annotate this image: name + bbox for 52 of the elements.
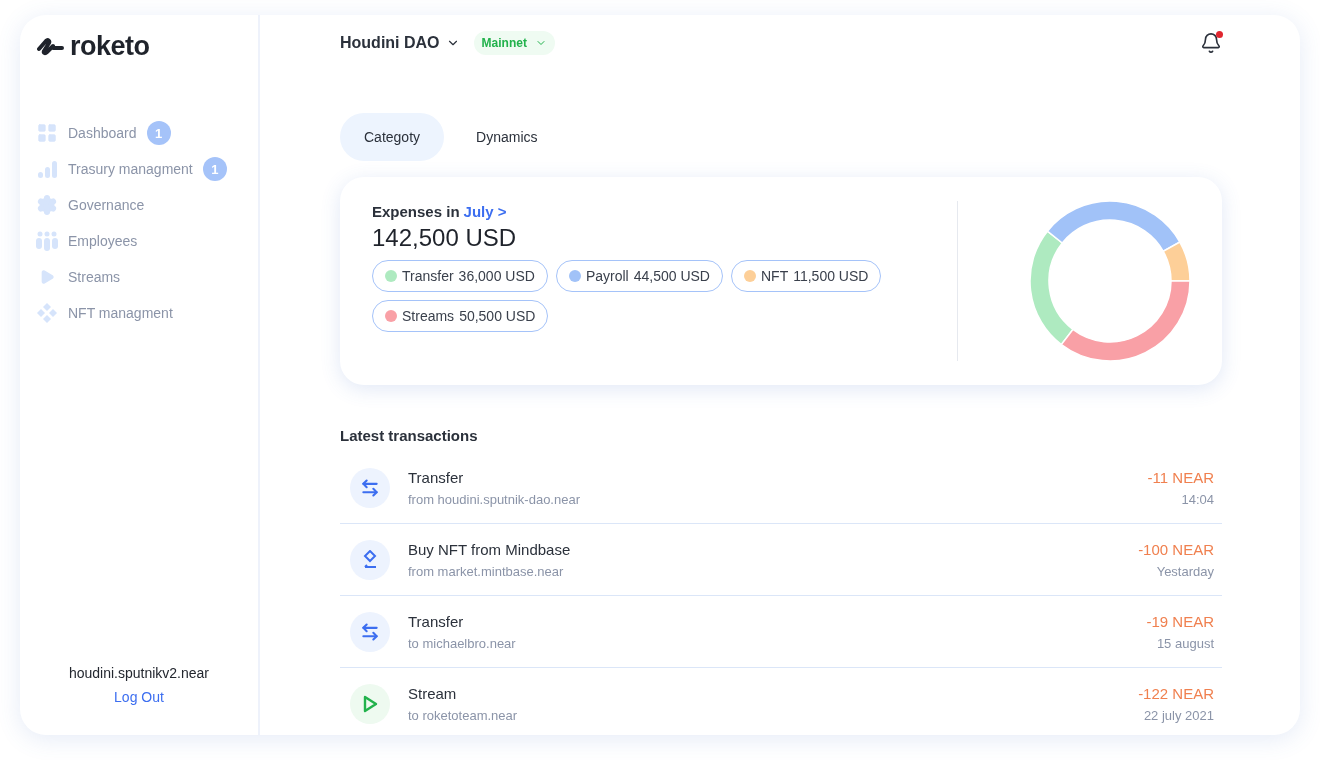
- transaction-row[interactable]: Stream to roketoteam.near -122 NEAR 22 july 2021: [340, 668, 1222, 735]
- nav-item[interactable]: Governance: [36, 192, 242, 218]
- tab[interactable]: Dynamics: [452, 113, 562, 161]
- dao-selector[interactable]: Houdini DAO: [340, 34, 460, 52]
- bar-chart-icon: [37, 159, 57, 179]
- logo-text: roketo: [70, 31, 150, 62]
- gear-icon: [36, 194, 58, 216]
- network-selector[interactable]: Mainnet: [473, 31, 555, 55]
- transaction-amount: -19 NEAR: [1146, 612, 1214, 630]
- arrows-icon: [360, 477, 380, 498]
- diamonds-icon: [37, 303, 57, 323]
- expenses-title: Expenses in: [372, 203, 460, 220]
- nav-item[interactable]: NFT managment: [36, 300, 242, 326]
- transaction-row[interactable]: Transfer to michaelbro.near -19 NEAR 15 august: [340, 596, 1222, 668]
- transaction-amount: -122 NEAR: [1138, 684, 1214, 702]
- transaction-time: 15 august: [1156, 635, 1214, 651]
- transaction-amount: -11 NEAR: [1147, 468, 1214, 486]
- transaction-row[interactable]: Transfer from houdini.sputnik-dao.near -11 NEAR 14:04: [340, 452, 1222, 524]
- transaction-title: Transfer: [408, 468, 465, 486]
- transaction-row[interactable]: Buy NFT from Mindbase from market.mintbase.near -100 NEAR Yestarday: [340, 524, 1222, 596]
- nav-item[interactable]: Trasury managment 1: [36, 156, 242, 182]
- nav-item[interactable]: Dashboard 1: [36, 120, 242, 146]
- play-icon: [39, 269, 55, 285]
- transaction-title: Buy NFT from Mindbase: [408, 540, 571, 558]
- logo-icon: [36, 36, 64, 57]
- expenses-total: 142,500 USD: [372, 224, 518, 252]
- month-link[interactable]: July >: [463, 203, 507, 220]
- nav-item[interactable]: Employees: [36, 228, 242, 254]
- transaction-amount: -100 NEAR: [1138, 540, 1214, 558]
- grid-icon: [36, 122, 58, 144]
- nav-item[interactable]: Streams: [36, 264, 242, 290]
- play-icon: [362, 694, 378, 713]
- people-icon: [36, 231, 58, 251]
- tab[interactable]: Categoty: [340, 113, 445, 161]
- transaction-time: 14:04: [1181, 491, 1214, 507]
- transaction-account: to michaelbro.near: [408, 635, 516, 651]
- transaction-time: Yestarday: [1156, 563, 1214, 579]
- section-title: Latest transactions: [340, 427, 479, 444]
- arrows-icon: [360, 621, 380, 642]
- transaction-account: from houdini.sputnik-dao.near: [408, 491, 580, 507]
- notification-button[interactable]: [1200, 32, 1222, 54]
- diamond-icon: [361, 549, 379, 570]
- count-badge: 1: [146, 121, 171, 145]
- transaction-account: from market.mintbase.near: [408, 563, 565, 579]
- bell-icon: [1200, 32, 1222, 54]
- logout-link[interactable]: Log Out: [114, 689, 164, 705]
- transaction-account: to roketoteam.near: [408, 707, 518, 723]
- transaction-time: 22 july 2021: [1143, 707, 1214, 723]
- transaction-title: Transfer: [408, 612, 465, 630]
- count-badge: 1: [202, 157, 227, 181]
- transaction-title: Stream: [408, 684, 458, 702]
- account-name: houdini.sputnikv2.near: [68, 665, 210, 681]
